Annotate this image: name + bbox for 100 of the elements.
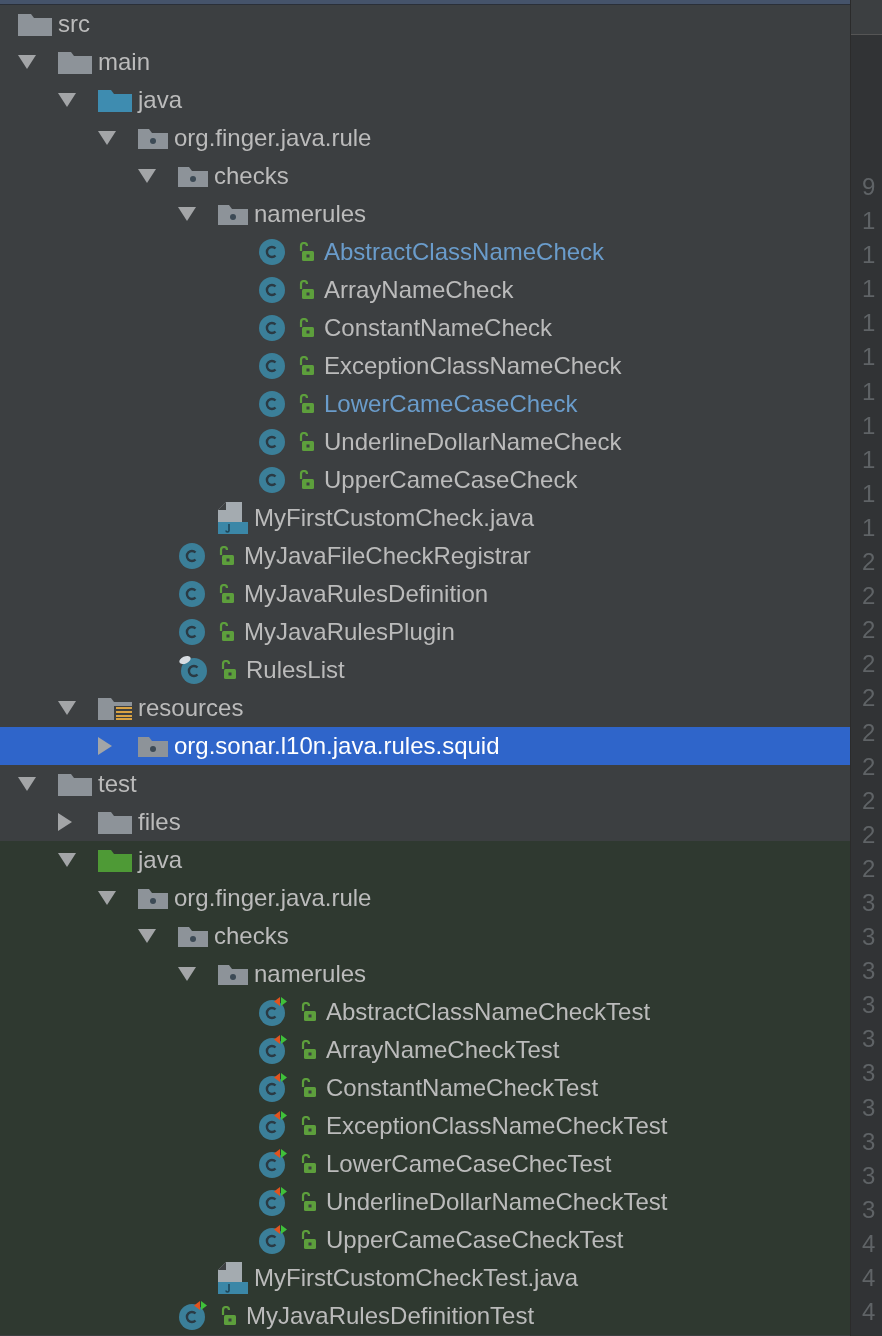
tree-item[interactable]: java: [0, 841, 850, 879]
tree-item[interactable]: AbstractClassNameCheckTest: [0, 993, 850, 1031]
class-icon: [258, 390, 286, 418]
test-class-icon: [258, 1035, 288, 1065]
tree-item[interactable]: UnderlineDollarNameCheck: [0, 423, 850, 461]
unlocked-lock-icon: [298, 470, 314, 490]
collapse-arrow-icon[interactable]: [98, 131, 116, 145]
tree-item[interactable]: org.finger.java.rule: [0, 119, 850, 157]
unlocked-lock-icon: [218, 584, 234, 604]
tree-item[interactable]: ConstantNameCheckTest: [0, 1069, 850, 1107]
package-icon: [138, 887, 168, 909]
tree-item[interactable]: MyJavaFileCheckRegistrar: [0, 537, 850, 575]
folder-icon: [98, 848, 132, 872]
unlocked-lock-icon: [300, 1154, 316, 1174]
tree-item[interactable]: org.sonar.l10n.java.rules.squid: [0, 727, 850, 765]
tree-item[interactable]: ExceptionClassNameCheck: [0, 347, 850, 385]
test-class-icon: [258, 1149, 288, 1179]
class-icon: [258, 352, 286, 380]
package-icon: [178, 165, 208, 187]
tree-item[interactable]: UnderlineDollarNameCheckTest: [0, 1183, 850, 1221]
package-icon: [178, 925, 208, 947]
collapse-arrow-icon[interactable]: [18, 55, 36, 69]
collapse-arrow-icon[interactable]: [58, 93, 76, 107]
tree-item[interactable]: ArrayNameCheck: [0, 271, 850, 309]
tree-item[interactable]: UpperCameCaseCheck: [0, 461, 850, 499]
tree-item[interactable]: namerules: [0, 955, 850, 993]
test-class-icon: [258, 1225, 288, 1255]
tree-item[interactable]: AbstractClassNameCheck: [0, 233, 850, 271]
unlocked-lock-icon: [300, 1116, 316, 1136]
tree-item[interactable]: files: [0, 803, 850, 841]
tree-item[interactable]: MyJavaRulesDefinitionTest: [0, 1297, 850, 1335]
test-class-icon: [258, 997, 288, 1027]
package-icon: [138, 735, 168, 757]
tree-item[interactable]: src: [0, 5, 850, 43]
unlocked-lock-icon: [300, 1078, 316, 1098]
collapse-arrow-icon[interactable]: [18, 777, 36, 791]
class-icon: [258, 466, 286, 494]
unlocked-lock-icon: [220, 1306, 236, 1326]
class-icon: [258, 314, 286, 342]
unlocked-lock-icon: [300, 1230, 316, 1250]
folder-icon: [58, 50, 92, 74]
package-icon: [138, 127, 168, 149]
test-class-icon: [178, 1301, 208, 1331]
test-class-icon: [258, 1073, 288, 1103]
tree-item[interactable]: UpperCameCaseCheckTest: [0, 1221, 850, 1259]
tree-item[interactable]: LowerCameCaseChecTest: [0, 1145, 850, 1183]
tree-item[interactable]: org.finger.java.rule: [0, 879, 850, 917]
tree-item[interactable]: ExceptionClassNameCheckTest: [0, 1107, 850, 1145]
unlocked-lock-icon: [298, 242, 314, 262]
tree-item[interactable]: java: [0, 81, 850, 119]
tree-item[interactable]: MyFirstCustomCheckTest.java: [0, 1259, 850, 1297]
unlocked-lock-icon: [298, 356, 314, 376]
unlocked-lock-icon: [218, 622, 234, 642]
class-icon: [258, 428, 286, 456]
folder-icon: [98, 810, 132, 834]
java-file-icon: [218, 502, 248, 534]
resources-folder-icon: [98, 696, 132, 720]
unlocked-lock-icon: [300, 1192, 316, 1212]
folder-icon: [18, 12, 52, 36]
class-icon: [178, 655, 208, 685]
tree-item[interactable]: ArrayNameCheckTest: [0, 1031, 850, 1069]
unlocked-lock-icon: [298, 318, 314, 338]
java-file-icon: [218, 1262, 248, 1294]
unlocked-lock-icon: [300, 1002, 316, 1022]
tree-item[interactable]: MyFirstCustomCheck.java: [0, 499, 850, 537]
unlocked-lock-icon: [298, 432, 314, 452]
package-icon: [218, 963, 248, 985]
collapse-arrow-icon[interactable]: [178, 207, 196, 221]
tree-item[interactable]: resources: [0, 689, 850, 727]
tree-item[interactable]: test: [0, 765, 850, 803]
test-class-icon: [258, 1111, 288, 1141]
tree-item[interactable]: namerules: [0, 195, 850, 233]
class-icon: [178, 618, 206, 646]
test-class-icon: [258, 1187, 288, 1217]
unlocked-lock-icon: [298, 280, 314, 300]
collapse-arrow-icon[interactable]: [138, 169, 156, 183]
tree-item[interactable]: MyJavaRulesDefinition: [0, 575, 850, 613]
unlocked-lock-icon: [218, 546, 234, 566]
tree-item[interactable]: ConstantNameCheck: [0, 309, 850, 347]
unlocked-lock-icon: [300, 1040, 316, 1060]
tree-item[interactable]: main: [0, 43, 850, 81]
class-icon: [178, 580, 206, 608]
tree-item[interactable]: checks: [0, 157, 850, 195]
collapse-arrow-icon[interactable]: [58, 853, 76, 867]
collapse-arrow-icon[interactable]: [98, 891, 116, 905]
folder-icon: [98, 88, 132, 112]
collapse-arrow-icon[interactable]: [178, 967, 196, 981]
package-icon: [218, 203, 248, 225]
collapse-arrow-icon[interactable]: [58, 701, 76, 715]
tree-item[interactable]: MyJavaRulesPlugin: [0, 613, 850, 651]
tree-item[interactable]: LowerCameCaseCheck: [0, 385, 850, 423]
tree-item[interactable]: checks: [0, 917, 850, 955]
unlocked-lock-icon: [298, 394, 314, 414]
class-icon: [258, 238, 286, 266]
collapse-arrow-icon[interactable]: [138, 929, 156, 943]
class-icon: [258, 276, 286, 304]
folder-icon: [58, 772, 92, 796]
unlocked-lock-icon: [220, 660, 236, 680]
expand-arrow-icon[interactable]: [58, 813, 72, 831]
tree-item[interactable]: RulesList: [0, 651, 850, 689]
